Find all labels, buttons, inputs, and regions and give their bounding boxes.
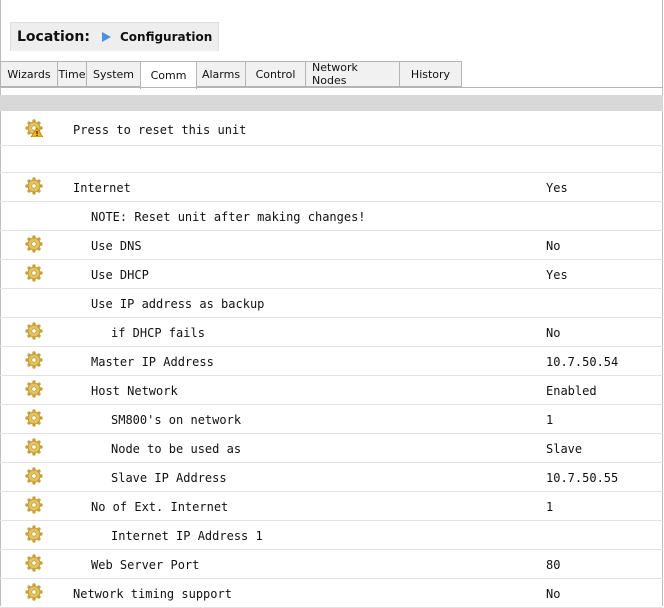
setting-row[interactable]: No of Ext. Internet 1 — [0, 492, 663, 521]
setting-label: SM800's on network — [111, 413, 242, 427]
setting-label: Internet IP Address 1 — [111, 529, 263, 543]
location-value: Configuration — [119, 30, 213, 44]
setting-value: No — [546, 587, 561, 601]
gear-icon[interactable] — [25, 438, 43, 456]
setting-row[interactable]: Press to reset this unit — [0, 115, 663, 146]
setting-value: Yes — [546, 181, 568, 195]
gear-icon[interactable] — [25, 409, 43, 427]
setting-row: NOTE: Reset unit after making changes! — [0, 202, 663, 231]
setting-label: Master IP Address — [91, 355, 214, 369]
tab-wizards[interactable]: Wizards — [0, 61, 58, 87]
tab-control[interactable]: Control — [245, 61, 306, 87]
tab-history[interactable]: History — [399, 61, 462, 87]
setting-row[interactable]: Master IP Address 10.7.50.54 — [0, 347, 663, 376]
setting-row: Use IP address as backup — [0, 289, 663, 318]
setting-label: Slave IP Address — [111, 471, 227, 485]
setting-row[interactable]: SM800's on network 1 — [0, 405, 663, 434]
setting-value: 80 — [546, 558, 561, 572]
setting-label: Use DHCP — [91, 268, 149, 282]
setting-label: Use IP address as backup — [91, 297, 265, 311]
gear-icon[interactable] — [25, 235, 43, 253]
tab-system[interactable]: System — [86, 61, 141, 87]
setting-label: Use DNS — [91, 239, 142, 253]
gear-icon[interactable] — [25, 322, 43, 340]
warning-gear-icon[interactable] — [25, 119, 44, 138]
tab-divider — [0, 87, 663, 88]
setting-value: 10.7.50.54 — [546, 355, 619, 369]
spacer-row — [0, 146, 663, 173]
setting-value: No — [546, 239, 561, 253]
tab-comm[interactable]: Comm — [140, 61, 197, 89]
setting-label: Internet — [73, 181, 131, 195]
setting-label: No of Ext. Internet — [91, 500, 229, 514]
setting-value: 1 — [546, 413, 554, 427]
setting-row[interactable]: Use DHCP Yes — [0, 260, 663, 289]
setting-label: Node to be used as — [111, 442, 242, 456]
setting-row[interactable]: Internet IP Address 1 — [0, 521, 663, 550]
setting-label: NOTE: Reset unit after making changes! — [91, 210, 366, 224]
gear-icon[interactable] — [25, 496, 43, 514]
setting-row[interactable]: Node to be used as Slave — [0, 434, 663, 463]
tab-network-nodes[interactable]: Network Nodes — [305, 61, 400, 87]
gear-icon[interactable] — [25, 380, 43, 398]
setting-label: if DHCP fails — [111, 326, 205, 340]
play-arrow-icon — [101, 32, 111, 42]
gear-icon[interactable] — [25, 554, 43, 572]
location-label: Location: — [17, 29, 90, 45]
settings-list: Press to reset this unit Internet Yes NOTE:… — [0, 115, 663, 608]
section-header-bar — [0, 95, 663, 111]
gear-icon[interactable] — [25, 351, 43, 369]
gear-icon[interactable] — [25, 177, 43, 195]
tab-alarms[interactable]: Alarms — [196, 61, 246, 87]
setting-value: 10.7.50.55 — [546, 471, 619, 485]
gear-icon[interactable] — [25, 525, 43, 543]
setting-label: Web Server Port — [91, 558, 200, 572]
setting-row[interactable]: Slave IP Address 10.7.50.55 — [0, 463, 663, 492]
setting-value: Enabled — [546, 384, 597, 398]
setting-row[interactable]: Network timing support No — [0, 579, 663, 608]
setting-row[interactable]: Host Network Enabled — [0, 376, 663, 405]
tab-time[interactable]: Time — [57, 61, 87, 87]
setting-row[interactable]: Internet Yes — [0, 173, 663, 202]
setting-value: 1 — [546, 500, 554, 514]
tab-bar: Wizards Time System Comm Alarms Control Networ… — [0, 61, 462, 89]
gear-icon[interactable] — [25, 264, 43, 282]
setting-row[interactable]: Web Server Port 80 — [0, 550, 663, 579]
setting-label: Host Network — [91, 384, 178, 398]
setting-label: Network timing support — [73, 587, 232, 601]
setting-label: Press to reset this unit — [73, 123, 247, 137]
setting-value: Slave — [546, 442, 583, 456]
gear-icon[interactable] — [25, 467, 43, 485]
setting-row[interactable]: Use DNS No — [0, 231, 663, 260]
setting-row[interactable]: if DHCP fails No — [0, 318, 663, 347]
gear-icon[interactable] — [25, 583, 43, 601]
location-breadcrumb: Location: Configuration — [10, 22, 220, 51]
setting-value: No — [546, 326, 561, 340]
setting-value: Yes — [546, 268, 568, 282]
